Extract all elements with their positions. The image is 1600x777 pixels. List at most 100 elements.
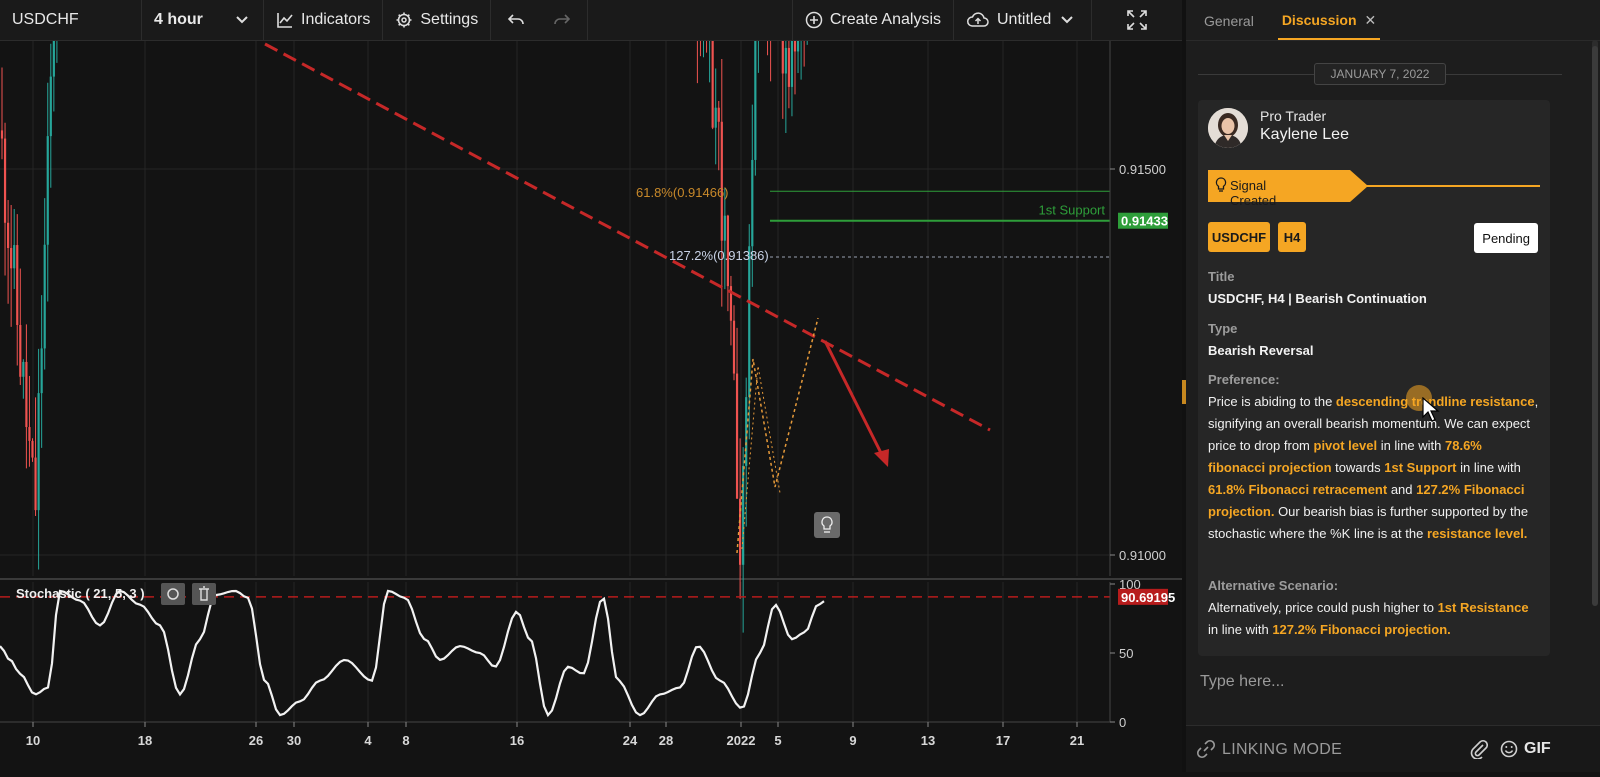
layout-dropdown[interactable]: Untitled [954,0,1092,40]
redo-icon[interactable] [553,11,571,29]
scrollbar-thumb[interactable] [1592,46,1598,606]
undo-icon[interactable] [507,11,525,29]
date-tick-label: 24 [623,733,638,748]
candle-body [31,440,34,458]
highlight-resistance-level: resistance level. [1426,526,1528,541]
candle-body [0,130,4,139]
linking-mode-toggle[interactable]: LINKING MODE [1222,741,1342,759]
candle-body [49,76,52,137]
toolbar-spacer [588,0,793,40]
create-analysis-button[interactable]: Create Analysis [793,0,954,40]
candle-body [751,159,754,247]
emoji-icon[interactable] [1499,739,1519,764]
candle-body [735,373,739,499]
date-tick-label: 16 [510,733,524,748]
interval-label: 4 hour [154,11,203,28]
gif-button[interactable]: GIF [1524,740,1551,758]
highlight-fib-127: 127.2% Fibonacci projection. [1272,622,1451,637]
preference-text-part: towards [1331,460,1385,475]
date-badge: JANUARY 7, 2022 [1313,63,1447,85]
trend-chart-icon [276,11,294,29]
candle-body [793,35,797,52]
separator-line [1446,73,1563,75]
candle-body [40,348,43,394]
timeframe-tag[interactable]: H4 [1278,222,1306,252]
type-value: Bearish Reversal [1208,343,1314,358]
candle-body [748,246,751,398]
date-tick-label: 5 [774,733,781,748]
fullscreen-button[interactable] [1092,0,1182,40]
author-name: Kaylene Lee [1260,126,1349,143]
date-tick-label: 13 [921,733,935,748]
symbol-tag[interactable]: USDCHF [1208,222,1270,252]
panel-resize-handle[interactable] [1182,380,1186,404]
analysis-card: Pro Trader Kaylene Lee Signal Created US… [1198,100,1550,656]
stochastic-label: Stochastic ( 21, 5, 3 ) [16,586,145,601]
title-value: USDCHF, H4 | Bearish Continuation [1208,291,1427,306]
candle-body [13,245,16,269]
avatar [1208,108,1248,148]
candle-body [52,27,55,77]
message-input[interactable]: Type here... [1200,673,1285,691]
candle-body [790,35,794,87]
gear-icon [395,11,413,29]
support-price-badge-text: 0.91433 [1121,214,1168,229]
candle-body [43,244,46,349]
stochastic-tick-label: 50 [1119,646,1133,661]
date-tick-label: 9 [849,733,856,748]
preference-text-part: in line with [1377,438,1445,453]
candle-body [781,16,784,74]
chart-area[interactable]: 1st Resistance127.2%(0.92571)Pivot78.6%(… [0,0,1182,772]
highlight-support: 1st Support [1384,460,1457,475]
fib-618-label: 61.8%(0.91466) [636,185,729,200]
indicators-button[interactable]: Indicators [264,0,384,40]
paperclip-icon[interactable] [1470,739,1489,764]
pointer-cursor-icon [1422,397,1440,422]
date-tick-label: 21 [1070,733,1084,748]
stochastic-tick-label: 0 [1119,715,1126,730]
stochastic-settings-button[interactable] [161,583,185,605]
chart-toolbar: USDCHF 4 hour Indicators Settings Create… [0,0,1182,41]
preference-text-part: and [1387,482,1417,497]
candle-body [784,47,787,74]
separator-line [1198,73,1314,75]
status-badge: Pending [1474,223,1538,253]
chevron-down-icon [1058,11,1076,29]
candle-body [16,245,19,325]
symbol-selector[interactable]: USDCHF [0,0,142,40]
settings-button[interactable]: Settings [383,0,492,40]
date-tick-label: 4 [364,733,372,748]
lightbulb-icon [1215,177,1227,198]
price-tick-label: 0.91000 [1119,548,1166,563]
alternative-text: Alternatively, price could push higher t… [1208,597,1540,641]
symbol-label: USDCHF [12,11,79,28]
cloud-upload-icon [966,11,990,29]
layout-name-label: Untitled [997,11,1052,28]
date-tick-label: 10 [26,733,40,748]
candle-body [796,15,800,52]
panel-scrollbar[interactable] [1592,40,1598,606]
indicators-label: Indicators [301,11,371,28]
candle-body [732,320,736,374]
idea-marker[interactable] [814,512,840,538]
plus-circle-icon [805,11,823,29]
link-icon[interactable] [1196,739,1216,764]
candle-body [37,393,40,511]
create-analysis-label: Create Analysis [829,11,941,28]
interval-dropdown[interactable]: 4 hour [142,0,264,40]
title-label: Title [1208,269,1235,284]
date-tick-label: 30 [287,733,301,748]
preference-label: Preference: [1208,372,1280,387]
price-tick-label: 0.91500 [1119,162,1166,177]
date-separator: JANUARY 7, 2022 [1198,63,1563,85]
candle-body [711,26,714,128]
tab-general[interactable]: General [1200,13,1258,40]
candle-body [717,107,720,122]
tab-discussion[interactable]: Discussion ✕ [1277,12,1381,40]
candle-body [46,136,49,245]
candle-body [723,215,726,241]
close-icon[interactable]: ✕ [1365,12,1377,28]
history-controls [491,0,589,40]
price-chart[interactable]: 1st Resistance127.2%(0.92571)Pivot78.6%(… [0,0,1182,772]
panel-tabs: General Discussion ✕ [1186,0,1600,41]
